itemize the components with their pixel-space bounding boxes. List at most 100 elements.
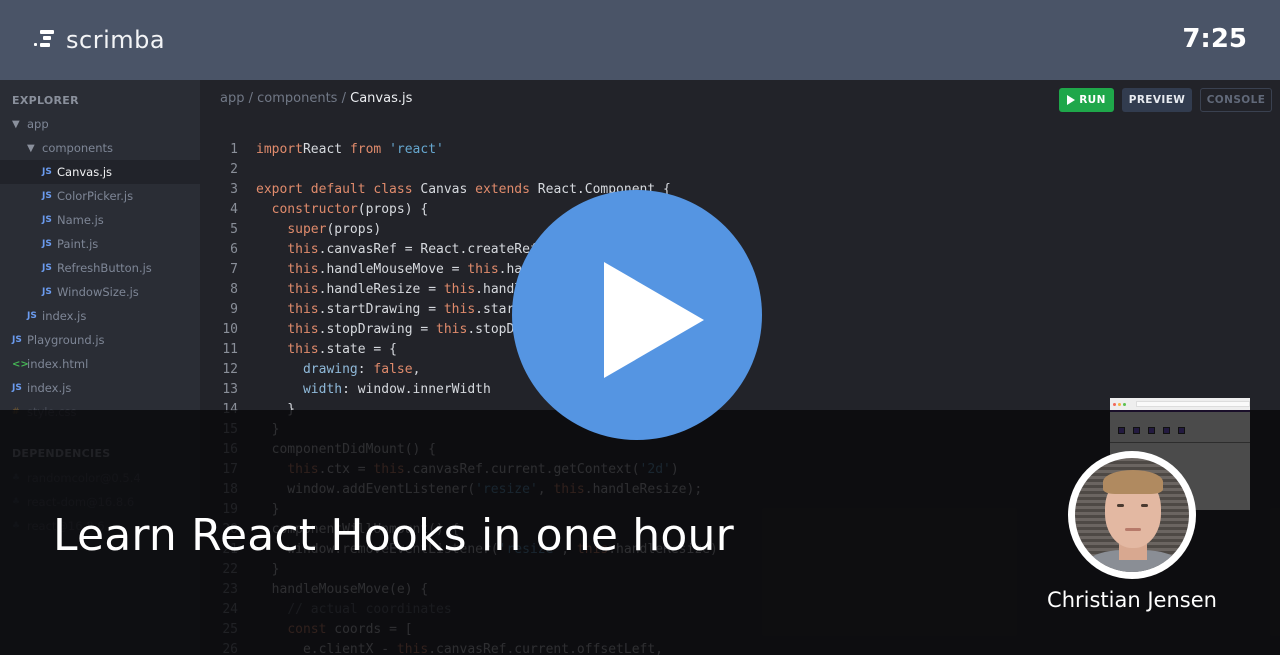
code-token: extends	[475, 182, 530, 197]
code-token: constructor	[271, 202, 358, 217]
line-number: 12	[222, 362, 238, 377]
sidebar-item-label: Canvas.js	[57, 165, 113, 179]
line-number: 8	[230, 282, 238, 297]
code-token: this	[287, 242, 319, 257]
line-number: 3	[230, 182, 238, 197]
code-line: 4 constructor(props) {	[200, 200, 1280, 220]
code-line: 2	[200, 160, 1280, 180]
line-content: this.canvasRef = React.createRef()	[238, 240, 553, 260]
sidebar-item[interactable]: ▼ components	[0, 136, 200, 160]
code-line: 5 super(props)	[200, 220, 1280, 240]
breadcrumb: app / components / Canvas.js	[220, 91, 412, 106]
line-number: 2	[230, 162, 238, 177]
line-number: 1	[230, 142, 238, 157]
sidebar-item[interactable]: JS Paint.js	[0, 232, 200, 256]
code-token: .state = {	[318, 342, 397, 357]
sidebar-item[interactable]: <> index.html	[0, 352, 200, 376]
sidebar-item-label: ColorPicker.js	[57, 189, 134, 203]
sidebar-item[interactable]: JS index.js	[0, 304, 200, 328]
line-number: 7	[230, 262, 238, 277]
code-token: :	[357, 362, 374, 377]
code-token: export default class	[256, 182, 413, 197]
play-icon	[604, 262, 704, 378]
sidebar-item[interactable]: JS Name.js	[0, 208, 200, 232]
code-line: 1 importReact from 'react'	[200, 140, 1280, 160]
js-file-icon: JS	[42, 191, 52, 201]
preview-button[interactable]: PREVIEW	[1122, 88, 1192, 112]
sidebar-item-label: index.js	[27, 381, 72, 395]
code-token: this	[287, 262, 319, 277]
sidebar-item-label: components	[42, 141, 114, 155]
code-token: (props)	[326, 222, 382, 237]
line-content: super(props)	[238, 220, 381, 240]
run-button[interactable]: RUN	[1059, 88, 1114, 112]
line-content: importReact from 'react'	[238, 140, 444, 160]
breadcrumb-separator: /	[244, 91, 258, 106]
scrimba-logo[interactable]: scrimba	[34, 26, 165, 54]
explorer-heading: EXPLORER	[12, 94, 79, 107]
caret-down-icon: ▼	[12, 118, 20, 130]
code-token: React	[302, 142, 350, 157]
code-token: Canvas	[412, 182, 476, 197]
sidebar-item-label: app	[27, 117, 49, 131]
breadcrumb-components[interactable]: components	[257, 91, 337, 106]
sidebar-item[interactable]: JS Playground.js	[0, 328, 200, 352]
code-token: this	[287, 282, 319, 297]
breadcrumb-current: Canvas.js	[350, 91, 413, 106]
line-content: drawing: false,	[238, 360, 420, 380]
code-token: import	[256, 142, 303, 157]
code-token: super	[287, 222, 327, 237]
line-number: 5	[230, 222, 238, 237]
sidebar-item-label: Playground.js	[27, 333, 105, 347]
console-button[interactable]: CONSOLE	[1200, 88, 1272, 112]
code-token: .handleMouseMove =	[318, 262, 468, 277]
sidebar-item-label: index.js	[42, 309, 87, 323]
code-token: (props) {	[357, 202, 429, 217]
js-file-icon: JS	[42, 239, 52, 249]
code-token: from	[349, 142, 382, 157]
line-number: 4	[230, 202, 238, 217]
top-bar: scrimba 7:25	[0, 0, 1280, 80]
sidebar-item[interactable]: JS ColorPicker.js	[0, 184, 200, 208]
sidebar-item[interactable]: JS RefreshButton.js	[0, 256, 200, 280]
code-token: width	[302, 382, 343, 397]
js-file-icon: JS	[42, 215, 52, 225]
sidebar-item-label: Paint.js	[57, 237, 99, 251]
code-token: this	[287, 342, 319, 357]
play-button[interactable]	[512, 190, 762, 440]
sidebar-item[interactable]: ▼ app	[0, 112, 200, 136]
sidebar-item[interactable]: JS WindowSize.js	[0, 280, 200, 304]
breadcrumb-app[interactable]: app	[220, 91, 244, 106]
sidebar-item[interactable]: JS index.js	[0, 376, 200, 400]
sidebar-item[interactable]: JS Canvas.js	[0, 160, 200, 184]
course-title: Learn React Hooks in one hour	[53, 510, 734, 561]
line-content: constructor(props) {	[238, 200, 429, 220]
code-token: this	[287, 322, 319, 337]
html-file-icon: <>	[12, 358, 29, 370]
code-token: this	[436, 322, 468, 337]
js-file-icon: JS	[27, 311, 37, 321]
js-file-icon: JS	[42, 287, 52, 297]
code-token: .stopDrawing =	[318, 322, 437, 337]
breadcrumb-separator: /	[337, 91, 351, 106]
js-file-icon: JS	[42, 263, 52, 273]
code-token: drawing	[302, 362, 358, 377]
browser-bar	[1110, 398, 1250, 410]
sidebar-item-label: Name.js	[57, 213, 104, 227]
code-token: this	[467, 262, 499, 277]
line-content	[238, 160, 256, 180]
code-token: .handleResize =	[318, 282, 444, 297]
play-small-icon	[1067, 95, 1076, 105]
code-token: .canvasRef = React.createRef()	[318, 242, 554, 257]
